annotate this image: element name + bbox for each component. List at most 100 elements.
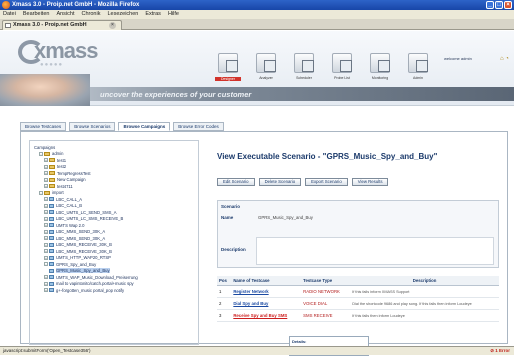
minimize-button[interactable]: _: [486, 1, 494, 9]
expander-icon[interactable]: +: [44, 177, 48, 182]
expander-icon[interactable]: +: [44, 236, 48, 241]
expander-icon[interactable]: +: [44, 275, 48, 280]
scenario-view: View Executable Scenario - "GPRS_Music_S…: [217, 152, 499, 356]
tab-browse-scenarios[interactable]: Browse Scenarios: [69, 122, 116, 131]
tree-item-label: UMTS_HTTP_WAP20_RTSP: [56, 255, 111, 261]
expander-icon[interactable]: -: [39, 190, 43, 195]
admin-icon: [416, 60, 428, 72]
scenario-icon: [49, 223, 54, 228]
description-label: Description: [221, 247, 246, 252]
menu-datei[interactable]: Datei: [3, 10, 16, 19]
tree-item-label: UMTS_WAP_Music_Download_Preiserrung: [56, 274, 138, 280]
tree-item-label: import: [52, 190, 64, 196]
menu-ansicht[interactable]: Ansicht: [56, 10, 74, 19]
browser-tab-label: Xmass 3.0 - Proip.net GmbH: [13, 22, 87, 28]
delete-scenario-button[interactable]: Delete Scenario: [258, 178, 302, 186]
table-row: 2 Dial Spy and Buy VOICE DIAL Dial the shor…: [217, 297, 499, 310]
testcase-link[interactable]: Receive Spy and Buy SMS: [233, 313, 287, 318]
col-pos: Pos: [217, 276, 232, 286]
expander-icon[interactable]: +: [44, 197, 48, 202]
tree-item-label: g+-forgotten_music portal_pop notify: [56, 287, 125, 293]
tab-browse-testcases[interactable]: Browse Testcases: [20, 122, 67, 131]
header-photo: [0, 74, 90, 106]
cell-desc: If this fails then inform Loudeye: [352, 314, 405, 318]
cell-pos: 1: [219, 289, 222, 294]
tool-scheduler[interactable]: Scheduler: [291, 51, 317, 87]
folder-icon: [44, 190, 50, 195]
tree-item-label: LBC_MMS_RECEIVE_30K_B: [56, 242, 112, 248]
status-bar: javascript:submitForm('Open_Testcase356'…: [0, 346, 514, 355]
cell-pos: 3: [219, 313, 222, 318]
tree-item-label: UMTS Wap 2.0: [56, 222, 85, 228]
expander-icon[interactable]: +: [44, 210, 48, 215]
expander-icon[interactable]: +: [44, 184, 48, 189]
tab-browse-error-codes[interactable]: Browse Error Codes: [173, 122, 224, 131]
menu-bearbeiten[interactable]: Bearbeiten: [23, 10, 50, 19]
tool-monitoring[interactable]: Monitoring: [367, 51, 393, 87]
expander-icon[interactable]: +: [44, 158, 48, 163]
col-name: Name of Testcase: [231, 276, 302, 286]
description-value: [256, 237, 494, 265]
cell-type: VOICE DIAL: [303, 301, 328, 306]
tool-analyzer[interactable]: Analyzer: [253, 51, 279, 87]
expander-icon[interactable]: +: [44, 242, 48, 247]
expander-icon[interactable]: -: [44, 262, 48, 267]
maximize-button[interactable]: □: [495, 1, 503, 9]
scenario-icon: [49, 249, 54, 254]
tree-item-label: New Campaign: [57, 177, 86, 183]
name-value: GPRS_Music_Spy_and_Buy: [258, 215, 313, 220]
folder-icon: [49, 164, 55, 169]
expander-icon[interactable]: +: [44, 203, 48, 208]
close-button[interactable]: ×: [504, 1, 512, 9]
tree-item-label: mail to vapintonito/catch.portal+music s…: [56, 281, 134, 287]
cell-desc: Dial the shortcode 9686 and play song. I…: [352, 302, 472, 306]
tool-designer[interactable]: Designer: [215, 51, 241, 87]
browser-tab[interactable]: Xmass 3.0 - Proip.net GmbH ×: [2, 20, 122, 30]
scheduler-icon: [302, 60, 314, 72]
menu-chronik[interactable]: Chronik: [82, 10, 101, 19]
menu-lesezeichen[interactable]: Lesezeichen: [107, 10, 138, 19]
expander-icon[interactable]: +: [44, 171, 48, 176]
tree-item-label: TempRegressTest: [57, 170, 91, 176]
user-icons[interactable]: ⌂ ◔: [500, 56, 509, 62]
tree-item[interactable]: + g+-forgotten_music portal_pop notify: [34, 287, 194, 294]
scenario-info: Scenario Name GPRS_Music_Spy_and_Buy Des…: [217, 200, 499, 268]
expander-icon[interactable]: +: [44, 288, 48, 293]
tree-item-label: GPRS_Spy_and_Buy: [56, 261, 97, 267]
table-row: 1 Register Network RADIO NETWORK If this fa…: [217, 285, 499, 298]
browser-tab-strip: Xmass 3.0 - Proip.net GmbH ×: [0, 19, 514, 30]
edit-scenario-button[interactable]: Edit Scenario: [217, 178, 255, 186]
tab-browse-campaigns[interactable]: Browse Campaigns: [118, 122, 171, 131]
main-panel: Campaigns - admin + test1 + test2 + TempRegress…: [20, 131, 508, 356]
tree-item-label: LBC_UMTS_LC_SMS_RECEIVE_B: [56, 216, 124, 222]
firefox-icon: [2, 1, 10, 9]
tool-admin[interactable]: Admin: [405, 51, 431, 87]
tree-item-label: LBC_MMS_RECEIVE_30K_B: [56, 248, 112, 254]
tool-probe-list[interactable]: Probe List: [329, 51, 355, 87]
tree-item-label: admin: [52, 151, 64, 157]
col-type: Testcase Type: [301, 276, 351, 286]
scenario-icon: [49, 275, 54, 280]
menu-hilfe[interactable]: Hilfe: [168, 10, 179, 19]
expander-icon[interactable]: +: [44, 281, 48, 286]
cell-type: RADIO NETWORK: [303, 289, 340, 294]
expander-icon[interactable]: +: [44, 249, 48, 254]
menu-extras[interactable]: Extras: [145, 10, 161, 19]
expander-icon[interactable]: +: [44, 223, 48, 228]
expander-icon[interactable]: +: [44, 164, 48, 169]
folder-icon: [44, 151, 50, 156]
testcase-link[interactable]: Register Network: [233, 289, 268, 294]
expander-icon[interactable]: +: [44, 255, 48, 260]
view-results-button[interactable]: View Results: [351, 178, 389, 186]
tree-item-label: LBC_CALL_B: [56, 203, 83, 209]
tab-close-icon[interactable]: ×: [109, 22, 116, 29]
error-indicator[interactable]: ⊘ 1 Error: [490, 347, 510, 355]
page-title: View Executable Scenario - "GPRS_Music_S…: [217, 152, 438, 161]
cell-desc: If this fails inform XMASS Support: [352, 290, 410, 294]
expander-icon[interactable]: +: [44, 229, 48, 234]
export-scenario-button[interactable]: Export Scenario: [305, 178, 348, 186]
expander-icon[interactable]: -: [39, 151, 43, 156]
tagline: uncover the experiences of your customer: [100, 90, 252, 99]
testcase-link[interactable]: Dial Spy and Buy: [233, 301, 268, 306]
expander-icon[interactable]: +: [44, 216, 48, 221]
